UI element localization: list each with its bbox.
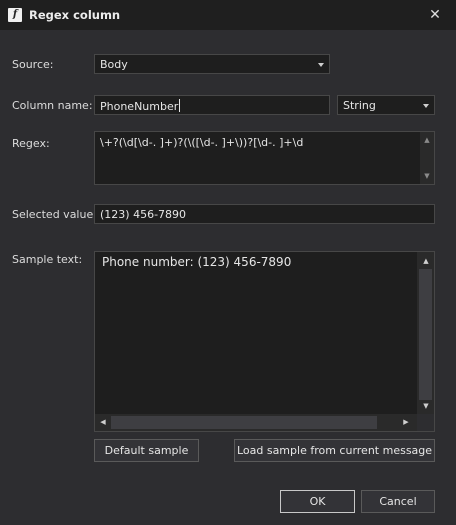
column-type-dropdown[interactable]: String [337, 95, 435, 115]
selected-value-field: (123) 456-7890 [94, 204, 435, 224]
scroll-corner [417, 414, 434, 431]
ok-button[interactable]: OK [280, 490, 355, 513]
vertical-scroll-thumb[interactable] [419, 269, 432, 400]
cancel-button[interactable]: Cancel [361, 490, 435, 513]
regex-scrollbar[interactable]: ▲ ▼ [420, 132, 434, 184]
scroll-up-icon[interactable]: ▲ [421, 136, 433, 144]
regex-input[interactable]: \+?(\d[\d-. ]+)?(\([\d-. ]+\))?[\d-. ]+\… [94, 131, 435, 185]
scroll-down-icon[interactable]: ▼ [420, 402, 432, 410]
scroll-left-icon[interactable]: ◀ [97, 418, 109, 426]
column-name-label: Column name: [12, 99, 93, 112]
source-dropdown[interactable]: Body [94, 54, 330, 74]
cancel-label: Cancel [379, 495, 417, 508]
column-name-value: PhoneNumber [100, 100, 179, 113]
selected-value-label: Selected value: [12, 208, 97, 221]
source-value: Body [100, 58, 128, 71]
scroll-down-icon[interactable]: ▼ [421, 172, 433, 180]
sample-horizontal-scrollbar[interactable]: ◀ ▶ [95, 414, 417, 431]
scroll-right-icon[interactable]: ▶ [400, 418, 412, 426]
load-sample-button[interactable]: Load sample from current message [234, 439, 435, 462]
chevron-down-icon [318, 63, 324, 67]
column-name-input[interactable]: PhoneNumber [94, 95, 330, 115]
window-title: Regex column [29, 8, 121, 22]
title-bar: f Regex column ✕ [0, 0, 456, 30]
close-icon[interactable]: ✕ [424, 5, 446, 25]
scroll-up-icon[interactable]: ▲ [420, 257, 432, 265]
regex-label: Regex: [12, 137, 50, 150]
column-type-value: String [343, 99, 376, 112]
sample-vertical-scrollbar[interactable]: ▲ ▼ [417, 252, 434, 414]
sample-text-value: Phone number: (123) 456-7890 [102, 255, 292, 269]
default-sample-button[interactable]: Default sample [94, 439, 199, 462]
horizontal-scroll-thumb[interactable] [111, 416, 377, 429]
chevron-down-icon [423, 104, 429, 108]
regex-value: \+?(\d[\d-. ]+)?(\([\d-. ]+\))?[\d-. ]+\… [100, 136, 304, 149]
default-sample-label: Default sample [104, 444, 189, 457]
text-cursor [179, 99, 181, 112]
selected-value-text: (123) 456-7890 [100, 208, 187, 221]
sample-text-label: Sample text: [12, 253, 83, 266]
source-label: Source: [12, 58, 54, 71]
function-icon: f [8, 8, 22, 22]
sample-text-area[interactable]: Phone number: (123) 456-7890 ▲ ▼ ◀ ▶ [94, 251, 435, 432]
ok-label: OK [309, 495, 326, 508]
load-sample-label: Load sample from current message [236, 444, 433, 457]
